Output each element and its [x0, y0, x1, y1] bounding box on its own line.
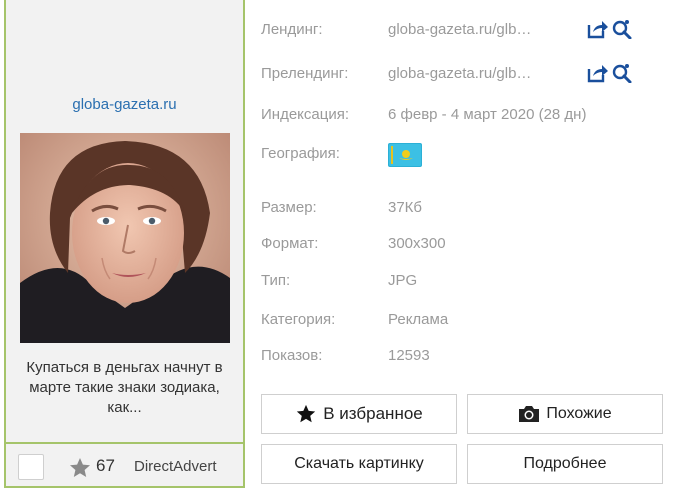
star-count: 67	[96, 456, 115, 475]
ad-card-footer: 67 DirectAdvert	[6, 442, 243, 486]
detail-value: 6 февр - 4 март 2020 (28 дн)	[388, 106, 587, 123]
detail-row-indexing: Индексация: 6 февр - 4 март 2020 (28 дн)	[261, 106, 673, 130]
detail-label: Тип:	[261, 272, 291, 289]
select-checkbox[interactable]	[18, 454, 44, 480]
detail-value: Реклама	[388, 311, 449, 328]
download-label: Скачать картинку	[294, 455, 424, 472]
prelanding-tools	[587, 62, 633, 84]
detail-label: Размер:	[261, 199, 317, 216]
more-label: Подробнее	[523, 455, 607, 472]
open-external-icon[interactable]	[587, 63, 609, 83]
download-image-button[interactable]: Скачать картинку	[261, 444, 457, 484]
favorites-label: В избранное	[323, 404, 423, 423]
ad-preview-card: globa-gazeta.ru Купаться в деньгах начну…	[4, 0, 245, 488]
detail-label: Показов:	[261, 347, 323, 364]
search-zoom-icon[interactable]	[611, 63, 633, 83]
detail-value: 300x300	[388, 235, 446, 252]
kazakhstan-flag-icon	[388, 143, 422, 167]
landing-tools	[587, 18, 633, 40]
ad-headline[interactable]: Купаться в деньгах начнут в марте такие …	[12, 358, 237, 418]
portrait-image	[20, 133, 230, 343]
ad-image[interactable]	[20, 133, 230, 343]
camera-icon	[519, 406, 540, 422]
detail-label: Формат:	[261, 235, 319, 252]
detail-row-category: Категория: Реклама	[261, 311, 673, 335]
detail-value: JPG	[388, 272, 418, 289]
detail-value: 12593	[388, 347, 430, 364]
detail-label: Лендинг:	[261, 21, 323, 38]
detail-row-impressions: Показов: 12593	[261, 347, 673, 371]
open-external-icon[interactable]	[587, 19, 609, 39]
detail-row-format: Формат: 300x300	[261, 235, 673, 259]
detail-row-size: Размер: 37Кб	[261, 199, 673, 223]
star-icon	[297, 404, 316, 423]
detail-label: Прелендинг:	[261, 65, 349, 82]
ad-network-label: DirectAdvert	[134, 458, 217, 475]
add-to-favorites-button[interactable]: В избранное	[261, 394, 457, 434]
similar-button[interactable]: Похожие	[467, 394, 663, 434]
search-zoom-icon[interactable]	[611, 19, 633, 39]
detail-row-prelanding: Прелендинг: globa-gazeta.ru/glb…	[261, 62, 673, 89]
detail-label: Индексация:	[261, 106, 349, 123]
detail-value: 37Кб	[388, 199, 423, 216]
ad-domain-link[interactable]: globa-gazeta.ru	[6, 96, 243, 113]
more-details-button[interactable]: Подробнее	[467, 444, 663, 484]
detail-label: География:	[261, 145, 340, 162]
detail-label: Категория:	[261, 311, 336, 328]
detail-row-type: Тип: JPG	[261, 272, 673, 296]
detail-row-landing: Лендинг: globa-gazeta.ru/glb…	[261, 18, 673, 45]
star-icon[interactable]	[68, 456, 92, 480]
similar-label: Похожие	[546, 405, 612, 422]
detail-row-geography: География:	[261, 143, 673, 169]
landing-url-link[interactable]: globa-gazeta.ru/glb…	[388, 21, 531, 38]
prelanding-url-link[interactable]: globa-gazeta.ru/glb…	[388, 65, 531, 82]
